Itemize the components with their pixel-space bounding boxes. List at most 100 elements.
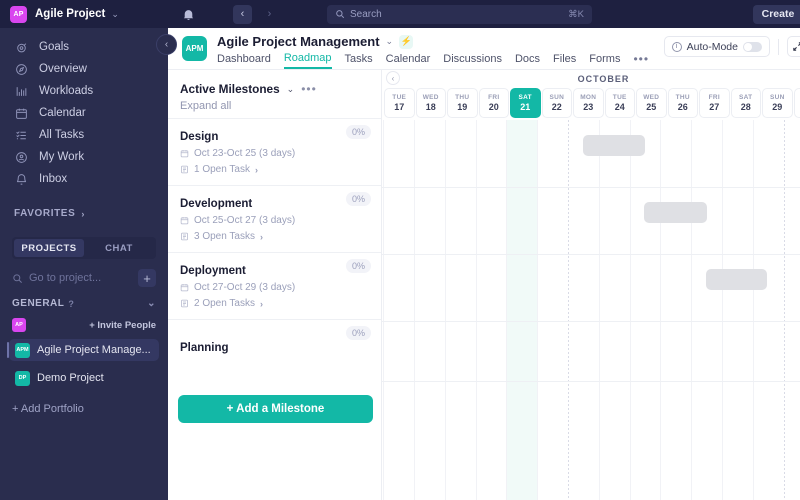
milestone-tasks[interactable]: 2 Open Tasks › — [180, 298, 381, 309]
gantt-bar-deployment[interactable] — [706, 269, 767, 290]
workspace-switcher[interactable]: AP Agile Project ⌄ — [0, 0, 168, 28]
create-button[interactable]: Create ⌄ — [752, 4, 800, 24]
day-number: 21 — [520, 102, 531, 112]
chevron-right-icon: › — [254, 164, 258, 175]
calendar-icon — [180, 283, 189, 292]
tab-files[interactable]: Files — [553, 53, 576, 68]
chevron-down-icon[interactable]: ⌄ — [147, 298, 156, 309]
day-cell[interactable]: FRI 20 — [478, 88, 509, 118]
chevron-down-icon[interactable]: ⌄ — [287, 84, 295, 95]
sidebar-item-overview[interactable]: Overview — [0, 58, 168, 80]
project-label: Agile Project Manage... — [37, 344, 151, 356]
search-input[interactable]: Search — [350, 9, 382, 20]
sidebar-item-my-work[interactable]: My Work — [0, 146, 168, 168]
goals-icon — [14, 40, 28, 54]
day-cell-today[interactable]: SAT 21 — [510, 88, 541, 118]
milestone-row-deployment[interactable]: 0% Deployment Oct 27-Oct 29 (3 days) 2 O… — [168, 252, 381, 319]
project-search-input[interactable]: Go to project... — [29, 272, 132, 284]
project-badge: APM — [15, 342, 30, 358]
day-of-week: SAT — [739, 94, 753, 101]
tab-discussions[interactable]: Discussions — [443, 53, 502, 68]
day-cell[interactable]: SUN 22 — [541, 88, 572, 118]
search-icon — [335, 9, 345, 19]
day-of-week: WED — [422, 94, 439, 101]
day-number: 27 — [709, 102, 720, 112]
calendar-icon — [180, 149, 189, 158]
sidebar-item-label: Inbox — [39, 173, 68, 185]
tab-chat[interactable]: CHAT — [84, 239, 154, 257]
invite-row: AP + Invite People — [12, 317, 156, 333]
day-of-week: THU — [455, 94, 470, 101]
sidebar-project-demo-project[interactable]: DP Demo Project — [9, 367, 159, 389]
tab-docs[interactable]: Docs — [515, 53, 540, 68]
day-cell[interactable]: THU 19 — [447, 88, 478, 118]
day-cell[interactable]: MON 30 — [793, 88, 800, 118]
collapse-sidebar-button[interactable]: ‹ — [156, 34, 177, 55]
milestone-row-planning[interactable]: 0% Planning — [168, 319, 381, 379]
chevron-down-icon[interactable]: ⌄ — [111, 9, 119, 20]
day-number: 25 — [646, 102, 657, 112]
all-tasks-icon — [14, 128, 28, 142]
day-cell[interactable]: THU 26 — [667, 88, 698, 118]
day-cell[interactable]: WED 18 — [415, 88, 446, 118]
sidebar-item-inbox[interactable]: Inbox — [0, 168, 168, 190]
task-list-icon — [180, 232, 189, 241]
gantt-bar-development[interactable] — [644, 202, 707, 223]
tab-overflow-menu[interactable]: ••• — [633, 52, 649, 69]
general-group-header[interactable]: GENERAL ? ⌄ — [12, 298, 156, 309]
sidebar-item-calendar[interactable]: Calendar — [0, 102, 168, 124]
add-milestone-button[interactable]: + Add a Milestone — [178, 395, 373, 423]
prev-period-button[interactable]: ‹ — [386, 71, 400, 85]
milestone-tasks[interactable]: 1 Open Task › — [180, 164, 381, 175]
sidebar-nav: Goals Overview Workloads Calendar All Ta… — [0, 28, 168, 190]
auto-mode-toggle[interactable] — [743, 41, 762, 52]
sidebar-item-all-tasks[interactable]: All Tasks — [0, 124, 168, 146]
tab-roadmap[interactable]: Roadmap — [283, 52, 332, 69]
lightning-bolt-icon[interactable]: ⚡ — [399, 34, 414, 49]
info-icon: i — [671, 41, 682, 52]
milestone-tasks-text: 2 Open Tasks — [194, 298, 255, 309]
milestone-row-design[interactable]: 0% Design Oct 23-Oct 25 (3 days) 1 Open … — [168, 118, 381, 185]
expand-all-button[interactable]: Expand all — [180, 100, 381, 112]
project-header: APM Agile Project Management ⌄ ⚡ Dashboa… — [168, 28, 800, 70]
milestones-options-button[interactable]: ••• — [301, 82, 317, 96]
day-cell[interactable]: TUE 17 — [384, 88, 415, 118]
favorites-section[interactable]: FAVORITES › — [0, 208, 168, 219]
day-number: 22 — [551, 102, 562, 112]
invite-people-button[interactable]: + Invite People — [89, 320, 156, 331]
milestone-row-development[interactable]: 0% Development Oct 25-Oct 27 (3 days) 3 … — [168, 185, 381, 252]
day-cell[interactable]: MON 23 — [573, 88, 604, 118]
day-cell[interactable]: TUE 24 — [604, 88, 635, 118]
tab-projects[interactable]: PROJECTS — [14, 239, 84, 257]
milestones-title: Active Milestones — [180, 82, 280, 96]
expand-arrows-icon[interactable] — [787, 36, 800, 57]
tab-dashboard[interactable]: Dashboard — [217, 53, 271, 68]
day-number: 28 — [740, 102, 751, 112]
timeline-month-header: ‹ OCTOBER — [382, 70, 800, 88]
sidebar-item-label: Calendar — [39, 107, 86, 119]
sidebar-item-workloads[interactable]: Workloads — [0, 80, 168, 102]
chevron-down-icon[interactable]: ⌄ — [386, 36, 394, 47]
day-cell[interactable]: SAT 28 — [730, 88, 761, 118]
add-portfolio-button[interactable]: + Add Portfolio — [12, 403, 168, 415]
day-cell[interactable]: FRI 27 — [699, 88, 730, 118]
sidebar-project-agile-project-management[interactable]: APM Agile Project Manage... — [7, 339, 159, 361]
tab-tasks[interactable]: Tasks — [345, 53, 373, 68]
auto-mode-control[interactable]: i Auto-Mode — [663, 36, 770, 57]
day-cell[interactable]: WED 25 — [636, 88, 667, 118]
progress-badge: 0% — [345, 192, 371, 206]
nav-forward-button[interactable]: › — [260, 5, 279, 24]
day-cell[interactable]: SUN 29 — [762, 88, 793, 118]
notifications-bell-icon[interactable] — [182, 8, 195, 21]
add-project-button[interactable]: + — [138, 269, 156, 287]
day-of-week: MON — [580, 94, 597, 101]
nav-back-button[interactable]: ‹ — [233, 4, 252, 24]
tab-forms[interactable]: Forms — [589, 53, 620, 68]
sidebar-item-goals[interactable]: Goals — [0, 36, 168, 58]
search-icon — [12, 273, 23, 284]
gantt-bar-design[interactable] — [583, 135, 645, 156]
tab-calendar[interactable]: Calendar — [386, 53, 431, 68]
global-search[interactable]: Search ⌘K — [327, 4, 592, 24]
milestone-tasks[interactable]: 3 Open Tasks › — [180, 231, 381, 242]
milestone-date-text: Oct 27-Oct 29 (3 days) — [194, 282, 296, 293]
